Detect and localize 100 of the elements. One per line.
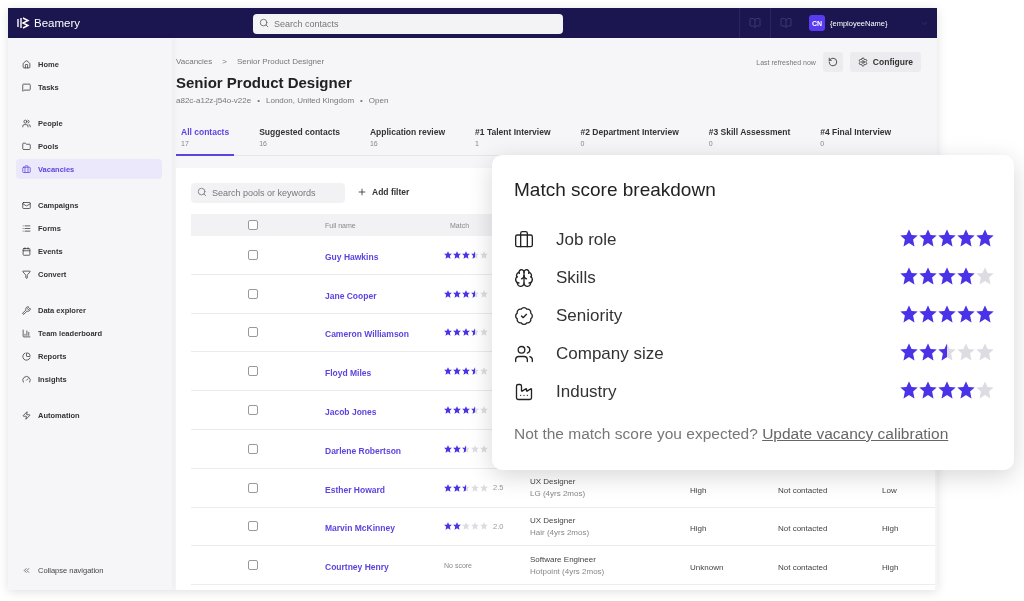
table-cell-text: High (689, 485, 707, 495)
settings-icon (857, 57, 868, 67)
checkbox[interactable] (248, 560, 258, 571)
job-title: Software Engineer (530, 554, 597, 564)
contact-name-link[interactable]: Floyd Miles (315, 368, 372, 379)
company-text: LG (4yrs 2mos) (530, 489, 587, 499)
vacancy-meta: a82c-a12z-j54o-v22e (176, 96, 252, 105)
book-icon (780, 17, 792, 29)
list-icon (22, 223, 31, 233)
bar-chart-icon (22, 328, 31, 338)
contact-name-link[interactable]: Cameron Williamson (315, 329, 409, 340)
funnel-icon (22, 269, 31, 279)
star-icon (938, 343, 956, 361)
double-chevron-left-icon (22, 565, 31, 575)
popover-title: Match score breakdown (514, 179, 717, 201)
contact-name-link[interactable]: Marvin McKinney (315, 523, 395, 534)
table-cell-text: Not contacted (777, 485, 828, 495)
calibration-note: Not the match score you expected? Update vacancy calibration (514, 425, 950, 443)
breadcrumb-link[interactable]: Vacancies (176, 56, 213, 66)
star-icon (976, 305, 994, 323)
gauge-icon (22, 374, 31, 384)
star-icon (900, 267, 918, 285)
search-field[interactable]: Search contacts (253, 14, 563, 34)
table-cell-text: High (689, 524, 707, 534)
table-cell-text: Unknown (689, 563, 724, 573)
star-icon (919, 381, 937, 399)
star-icon (900, 343, 918, 361)
criterion-label: Seniority (556, 306, 623, 326)
contact-name-link[interactable]: Darlene Robertson (315, 445, 402, 456)
star-icon (957, 305, 975, 323)
calibration-link[interactable]: Update vacancy calibration (762, 425, 949, 442)
chat-icon (22, 82, 31, 92)
checkbox[interactable] (248, 482, 258, 493)
vacancy-meta: Open (368, 96, 389, 105)
table-cell-text: Low (881, 485, 897, 495)
vacancy-meta: London, United Kingdom (266, 96, 355, 105)
add-filter-button[interactable]: Add filter (357, 187, 410, 197)
wrench-icon (22, 305, 31, 315)
star-icon (957, 381, 975, 399)
briefcase-icon (22, 164, 31, 174)
search-icon (197, 187, 207, 197)
company-text: Hair (4yrs 2mos) (530, 527, 591, 537)
brain-icon (514, 268, 534, 288)
brand-name: Beamery (34, 17, 81, 29)
star-icon (919, 305, 937, 323)
pie-chart-icon (22, 351, 31, 361)
people-icon (22, 118, 31, 128)
mail-icon (22, 200, 31, 210)
configure-button[interactable]: Configure (849, 52, 921, 72)
checkbox[interactable] (248, 288, 258, 299)
contact-name-link[interactable]: Guy Hawkins (315, 251, 379, 262)
criterion-label: Company size (556, 344, 664, 364)
company-text: Hotpoint (4yrs 2mos) (530, 566, 606, 576)
table-cell-text: Not contacted (777, 524, 828, 534)
lightning-icon (22, 410, 31, 420)
star-icon (938, 305, 956, 323)
star-icon (976, 381, 994, 399)
contact-name-link[interactable]: Esther Howard (315, 484, 385, 495)
star-icon (900, 229, 918, 247)
star-icon (919, 229, 937, 247)
star-icon (957, 229, 975, 247)
factory-icon (514, 382, 534, 402)
briefcase-icon (514, 230, 534, 250)
breadcrumb-current: Senior Product Designer (237, 56, 325, 66)
star-icon (957, 343, 975, 361)
page-title: Senior Product Designer (176, 74, 353, 91)
meta-separator: • (257, 96, 260, 105)
home-icon (22, 59, 31, 69)
contact-name-link[interactable]: Courtney Henry (315, 562, 389, 573)
checkbox[interactable] (248, 249, 258, 260)
star-icon (900, 381, 918, 399)
criterion-label: Industry (556, 382, 617, 402)
contact-name-link[interactable]: Jane Cooper (315, 290, 377, 301)
breadcrumb-separator: > (222, 56, 227, 66)
checkbox[interactable] (248, 327, 258, 338)
checkbox[interactable] (248, 220, 258, 230)
refresh-icon (827, 57, 838, 67)
badge-check-icon (514, 306, 534, 326)
star-icon (957, 267, 975, 285)
checkbox[interactable] (248, 521, 258, 532)
people-icon (514, 344, 534, 364)
star-icon (976, 267, 994, 285)
meta-separator: • (360, 96, 363, 105)
book-icon (749, 17, 761, 29)
star-icon (919, 343, 937, 361)
table-cell-text: Not contacted (777, 563, 828, 573)
contact-name-link[interactable]: Jacob Jones (315, 407, 377, 418)
refresh-button[interactable] (822, 52, 843, 72)
checkbox[interactable] (248, 405, 258, 416)
criterion-label: Skills (556, 268, 596, 288)
job-title: UX Designer (530, 477, 577, 487)
search-field[interactable]: Search pools or keywords (191, 183, 345, 203)
calendar-icon (22, 246, 31, 256)
star-icon (976, 343, 994, 361)
checkbox[interactable] (248, 443, 258, 454)
checkbox[interactable] (248, 366, 258, 377)
star-icon (938, 267, 956, 285)
star-icon (900, 305, 918, 323)
job-title: UX Designer (530, 515, 577, 525)
table-cell-text: High (881, 524, 899, 534)
